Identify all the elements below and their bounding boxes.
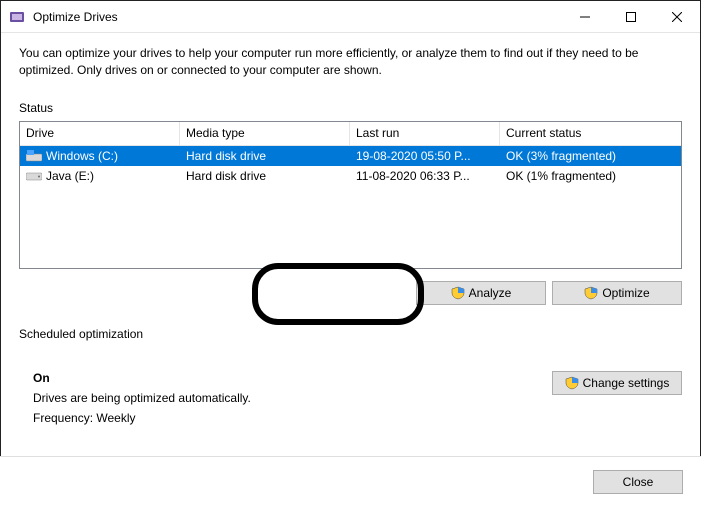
media-type: Hard disk drive	[180, 168, 350, 184]
col-media[interactable]: Media type	[180, 122, 350, 145]
titlebar: Optimize Drives	[1, 1, 700, 33]
last-run: 19-08-2020 05:50 P...	[350, 148, 500, 164]
analyze-button[interactable]: Analyze	[416, 281, 546, 305]
col-drive[interactable]: Drive	[20, 122, 180, 145]
action-buttons: Analyze Optimize	[19, 281, 682, 305]
drives-table: Drive Media type Last run Current status…	[19, 121, 682, 269]
minimize-button[interactable]	[562, 1, 608, 33]
current-status: OK (1% fragmented)	[500, 168, 681, 184]
intro-text: You can optimize your drives to help you…	[19, 45, 682, 79]
last-run: 11-08-2020 06:33 P...	[350, 168, 500, 184]
close-label: Close	[623, 475, 654, 489]
optimize-label: Optimize	[602, 286, 649, 300]
media-type: Hard disk drive	[180, 148, 350, 164]
close-button[interactable]	[654, 1, 700, 33]
table-header: Drive Media type Last run Current status	[20, 122, 681, 146]
schedule-frequency: Frequency: Weekly	[33, 411, 552, 425]
change-settings-label: Change settings	[583, 376, 670, 390]
col-status[interactable]: Current status	[500, 122, 681, 145]
app-icon	[9, 9, 25, 25]
maximize-button[interactable]	[608, 1, 654, 33]
schedule-state: On	[33, 371, 552, 385]
shield-icon	[584, 286, 598, 300]
schedule-desc: Drives are being optimized automatically…	[33, 391, 552, 405]
drive-icon	[26, 150, 42, 162]
optimize-button[interactable]: Optimize	[552, 281, 682, 305]
table-row[interactable]: Java (E:) Hard disk drive 11-08-2020 06:…	[20, 166, 681, 186]
schedule-section: On Drives are being optimized automatica…	[19, 371, 682, 431]
close-dialog-button[interactable]: Close	[593, 470, 683, 494]
drive-icon	[26, 170, 42, 182]
schedule-label: Scheduled optimization	[19, 327, 682, 341]
shield-icon	[565, 376, 579, 390]
drive-name: Windows (C:)	[46, 149, 118, 163]
window-title: Optimize Drives	[33, 10, 562, 24]
footer: Close	[0, 456, 701, 506]
content-area: You can optimize your drives to help you…	[1, 33, 700, 431]
drive-name: Java (E:)	[46, 169, 94, 183]
col-last[interactable]: Last run	[350, 122, 500, 145]
shield-icon	[451, 286, 465, 300]
change-settings-button[interactable]: Change settings	[552, 371, 682, 395]
analyze-label: Analyze	[469, 286, 512, 300]
current-status: OK (3% fragmented)	[500, 148, 681, 164]
highlight-annotation	[252, 263, 424, 325]
table-row[interactable]: Windows (C:) Hard disk drive 19-08-2020 …	[20, 146, 681, 166]
status-label: Status	[19, 101, 682, 115]
